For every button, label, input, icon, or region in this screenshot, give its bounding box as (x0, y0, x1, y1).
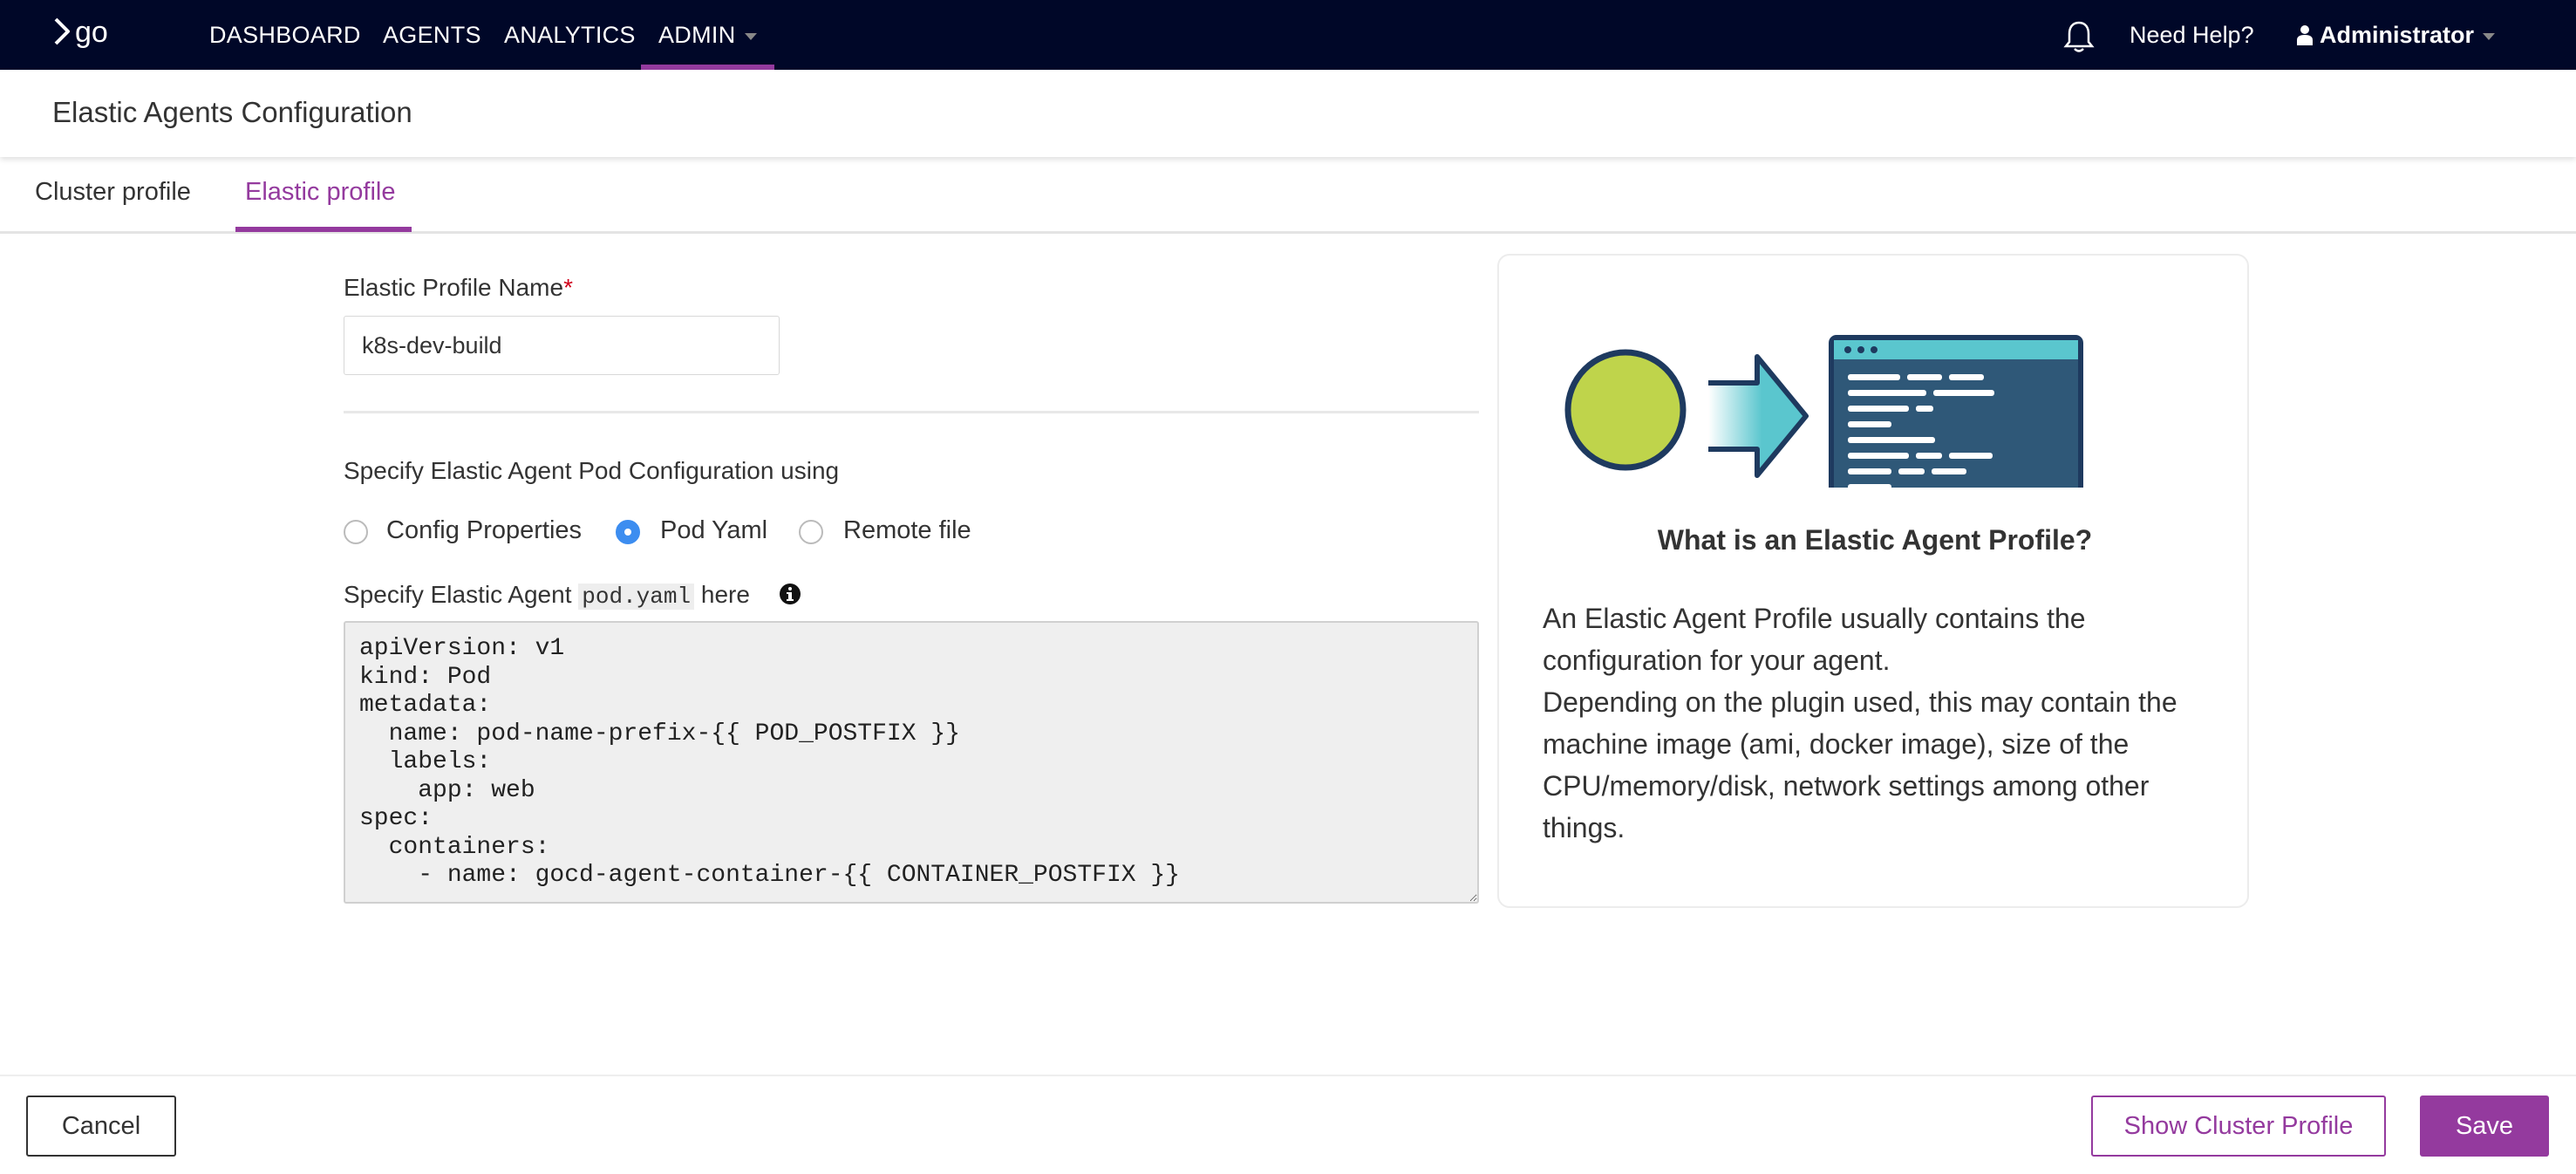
radio-remote-file[interactable] (799, 520, 823, 544)
show-cluster-profile-button[interactable]: Show Cluster Profile (2091, 1096, 2386, 1157)
cancel-button[interactable]: Cancel (26, 1096, 176, 1157)
tab-elastic-profile[interactable]: Elastic profile (245, 178, 395, 207)
active-tab-indicator (235, 227, 412, 232)
terminal-window (1829, 335, 2083, 488)
user-name: Administrator (2320, 22, 2475, 48)
arrow-shape (1708, 354, 1809, 478)
top-nav: go DASHBOARD AGENTS ANALYTICS ADMIN Need… (0, 0, 2576, 70)
info-card-title: What is an Elastic Agent Profile? (1657, 524, 2093, 556)
logo-text: go (75, 16, 108, 49)
user-icon (2297, 25, 2313, 45)
info-card-text: An Elastic Agent Profile usually contain… (1543, 603, 2177, 843)
pod-config-label: Specify Elastic Agent Pod Configuration … (344, 457, 840, 484)
pod-yaml-textarea[interactable]: apiVersion: v1 kind: Pod metadata: name:… (344, 621, 1479, 904)
nav-analytics[interactable]: ANALYTICS (504, 0, 636, 70)
chevron-down-icon (744, 32, 757, 40)
yaml-label-suffix: here (700, 581, 750, 608)
required-marker: * (563, 274, 573, 301)
radio-config-properties[interactable] (344, 520, 368, 544)
yaml-label-code: pod.yaml (578, 584, 695, 610)
info-card: What is an Elastic Agent Profile? An Ela… (1497, 254, 2249, 908)
nav-admin-label: ADMIN (658, 22, 736, 48)
page-header: Elastic Agents Configuration (0, 70, 2576, 157)
profile-tabs: Cluster profile Elastic profile (0, 159, 2576, 234)
radio-pod-yaml[interactable] (616, 520, 640, 544)
nav-dashboard[interactable]: DASHBOARD (209, 0, 361, 70)
elastic-profile-illustration (1564, 335, 2083, 488)
yaml-label-prefix: Specify Elastic Agent (344, 581, 572, 608)
yaml-label: Specify Elastic Agent pod.yaml here (344, 581, 750, 610)
tab-cluster-profile[interactable]: Cluster profile (35, 178, 191, 207)
profile-name-label-text: Elastic Profile Name (344, 274, 564, 301)
nav-admin[interactable]: ADMIN (641, 0, 773, 70)
info-icon[interactable] (779, 583, 801, 605)
radio-pod-yaml-label[interactable]: Pod Yaml (660, 516, 767, 545)
profile-name-input[interactable] (344, 316, 780, 375)
user-menu[interactable]: Administrator (2297, 0, 2496, 70)
page-title: Elastic Agents Configuration (52, 96, 412, 128)
save-button[interactable]: Save (2420, 1096, 2549, 1157)
need-help-link[interactable]: Need Help? (2130, 0, 2254, 70)
chevron-down-icon (2483, 32, 2496, 40)
radio-remote-file-label[interactable]: Remote file (843, 516, 971, 545)
profile-name-label: Elastic Profile Name* (344, 274, 573, 302)
radio-config-properties-label[interactable]: Config Properties (386, 516, 582, 545)
form-divider (344, 411, 1479, 413)
nav-agents[interactable]: AGENTS (383, 0, 481, 70)
agent-circle (1564, 349, 1687, 471)
gocd-logo[interactable]: go (51, 12, 129, 56)
bell-icon[interactable] (2063, 19, 2095, 54)
